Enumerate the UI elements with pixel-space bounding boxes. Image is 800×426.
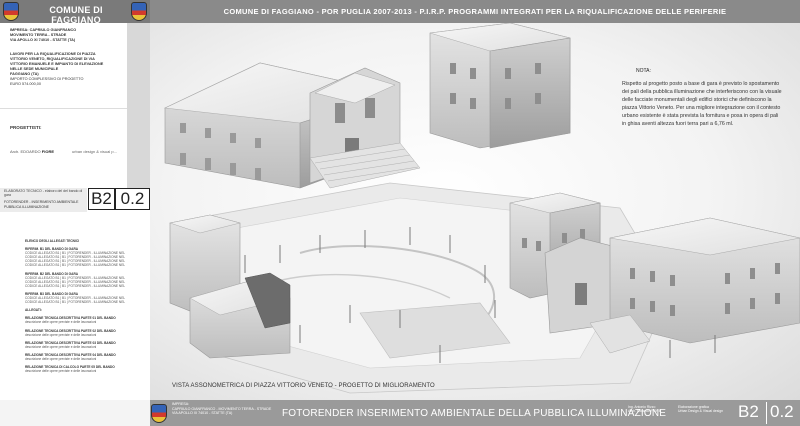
- legend-item: CODICE ALLEGATO B1 | B1 | FOTORENDER - I…: [25, 300, 125, 305]
- legend-report-desc: descrizione delle opere previste e delle…: [25, 344, 97, 349]
- legend-report-desc: descrizione delle opere previste e delle…: [25, 332, 97, 337]
- legend-report-desc: descrizione delle opere previste e delle…: [25, 369, 97, 374]
- render-caption: VISTA ASSONOMETRICA DI PIAZZA VITTORIO V…: [172, 383, 435, 389]
- info-side-strip: [127, 23, 150, 188]
- architect-surname: FIORE: [41, 149, 55, 154]
- note-title: NOTA:: [636, 68, 651, 74]
- attachments-legend: ELENCO DEGLI ALLEGATI TECNICI RIFERIM. B…: [25, 235, 125, 373]
- program-header: COMUNE DI FAGGIANO - POR PUGLIA 2007-201…: [150, 0, 800, 23]
- architect-name: Arch. EDOARDO FIORE: [10, 149, 54, 154]
- legend-report-desc: descrizione delle opere previste e delle…: [25, 356, 97, 361]
- legend-heading-attachments: ALLEGATI:: [25, 308, 42, 313]
- amount-value: EURO 574.000,00: [10, 82, 42, 86]
- designers-box: [0, 108, 127, 180]
- municipality-crest-icon: [131, 2, 147, 21]
- drawing-code-02: 0.2: [115, 188, 150, 210]
- legend-item: CODICE ALLEGATO B1 | B1 | FOTORENDER - I…: [25, 263, 125, 268]
- architect-role: urban design & visual p...: [72, 149, 117, 154]
- footer-code-b2: B2: [738, 402, 759, 421]
- architect-prefix: Arch. EDOARDO: [10, 149, 41, 154]
- designers-title: PROGETTISTI:: [10, 125, 42, 130]
- footer-credits-2: Elaborazione grafica Urban Design & Visu…: [678, 405, 733, 414]
- legend-heading: ELENCO DEGLI ALLEGATI TECNICI: [25, 239, 80, 243]
- municipality-crest-icon: [3, 2, 19, 21]
- drawing-label-main: FOTORENDER - INSERIMENTO AMBIENTALE PUBB…: [4, 200, 79, 209]
- legend-item: CODICE ALLEGATO B1 | B1 | FOTORENDER - I…: [25, 283, 125, 288]
- footer-info-line-3: VIA APOLLO XI 74010 - STATTE (TA): [172, 411, 233, 416]
- footer-credits-1: Ing. Antonio Rizzo Arch. Edoardo FIORE: [628, 405, 668, 414]
- municipality-title: COMUNE DI FAGGIANO: [49, 5, 103, 25]
- program-title: COMUNE DI FAGGIANO - POR PUGLIA 2007-201…: [223, 7, 727, 16]
- municipality-crest-icon: [151, 404, 167, 423]
- footer-contractor-info: IMPRESA: CAPRIULO GIANFRANCO - MOVIMENTO…: [172, 402, 292, 416]
- footer-credit-line: Arch. Edoardo FIORE: [628, 409, 661, 414]
- legend-report-desc: descrizione delle opere previste e delle…: [25, 320, 97, 325]
- note-text: Rispetto al progetto posto a base di gar…: [622, 81, 782, 127]
- footer-left-blank: [0, 400, 150, 426]
- project-info: IMPRESA: CAPRIULO GIANFRANCO MOVIMENTO T…: [10, 28, 125, 87]
- footer-title: FOTORENDER INSERIMENTO AMBIENTALE DELLA …: [282, 408, 667, 419]
- legend-report-2: RELAZIONE TECNICA DESCRITTIVA PARTE 02 D…: [25, 328, 116, 333]
- footer-code-divider: [766, 402, 767, 424]
- footer-credit-line: Urban Design & Visual design: [678, 409, 723, 414]
- drawing-code-b2: B2: [88, 188, 115, 210]
- footer-code-02: 0.2: [770, 402, 794, 421]
- drawing-label-top: ELABORATO TECNICO - elaboro del del band…: [4, 189, 83, 197]
